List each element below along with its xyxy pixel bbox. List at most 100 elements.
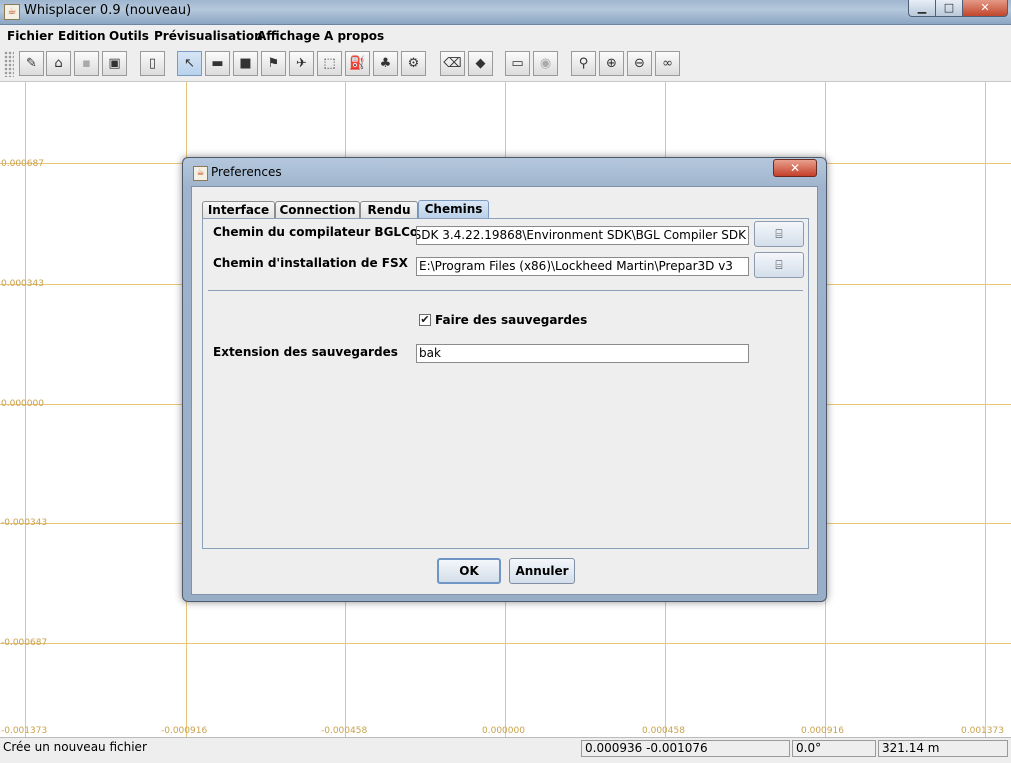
building-tool-button[interactable]: ■ xyxy=(233,51,258,76)
binoculars-icon: ∞ xyxy=(662,56,673,71)
phone-icon: ▯ xyxy=(148,56,157,71)
computer-tool-button[interactable]: ▭ xyxy=(505,51,530,76)
backup-checkbox[interactable]: ✔ xyxy=(419,314,431,326)
pointer-tool-button[interactable]: ↖ xyxy=(177,51,202,76)
save-tool-button: ▪ xyxy=(74,51,99,76)
zoom-in-tool-button[interactable]: ⊕ xyxy=(599,51,624,76)
runway-tool-button[interactable]: ▬ xyxy=(205,51,230,76)
close-window-button[interactable]: ✕ xyxy=(962,0,1008,17)
fuel-tool-button[interactable]: ⛽ xyxy=(345,51,370,76)
tree-icon: ♣ xyxy=(379,56,392,71)
x-axis-label: -0.000916 xyxy=(161,726,208,736)
x-axis-label: 0.000000 xyxy=(482,726,525,736)
polygon-tool-button[interactable]: ◆ xyxy=(468,51,493,76)
status-coords: 0.000936 -0.001076 xyxy=(581,740,790,757)
windsock-tool-button[interactable]: ✈ xyxy=(289,51,314,76)
open-folder-tool-button[interactable]: ⌂ xyxy=(46,51,71,76)
tab-chemins[interactable]: Chemins xyxy=(418,200,489,219)
area-icon: ⬚ xyxy=(323,56,336,71)
menu-outils[interactable]: Outils xyxy=(109,29,149,43)
y-axis-label: 0.000343 xyxy=(1,279,44,289)
fuel-icon: ⛽ xyxy=(349,56,366,71)
y-axis-label: 0.000000 xyxy=(1,399,44,409)
x-axis-label: 0.000916 xyxy=(801,726,844,736)
x-axis-label: -0.001373 xyxy=(1,726,48,736)
preferences-dialog: ☕ Preferences ✕ Interface Connection Ren… xyxy=(182,157,827,602)
eraser-tool-button[interactable]: ⌫ xyxy=(440,51,465,76)
toolbar: ✎ ⌂ ▪ ▣ ▯ ↖ ▬ ■ ⚑ ✈ ⬚ ⛽ ♣ ⚙ ⌫ ◆ ▭ ◉ ⚲ ⊕ ⊖ ∞ xyxy=(0,47,1011,82)
zoom-out-icon: ⊖ xyxy=(634,56,645,71)
globe-icon: ◉ xyxy=(539,56,552,71)
tree-tool-button[interactable]: ♣ xyxy=(373,51,398,76)
status-distance: 321.14 m xyxy=(878,740,1008,757)
flag-icon: ⚑ xyxy=(267,56,280,71)
windsock-icon: ✈ xyxy=(296,56,307,71)
polygon-icon: ◆ xyxy=(475,56,486,71)
status-message: Crée un nouveau fichier xyxy=(0,740,580,757)
x-axis-label: 0.001373 xyxy=(961,726,1004,736)
ok-button[interactable]: OK xyxy=(437,558,501,584)
eraser-icon: ⌫ xyxy=(443,56,462,71)
fsx-path-field[interactable]: E:\Program Files (x86)\Lockheed Martin\P… xyxy=(416,257,749,276)
menu-affichage[interactable]: Affichage xyxy=(257,29,320,43)
vehicle-icon: ⚙ xyxy=(407,56,420,71)
menu-previsualisation[interactable]: Prévisualisation xyxy=(154,29,263,43)
phone-tool-button[interactable]: ▯ xyxy=(140,51,165,76)
grid-line xyxy=(985,82,986,737)
tab-rendu[interactable]: Rendu xyxy=(360,201,418,219)
folder-icon: ⌸ xyxy=(775,258,783,272)
computer-icon: ▭ xyxy=(511,56,524,71)
x-axis-label: -0.000458 xyxy=(321,726,368,736)
tab-interface[interactable]: Interface xyxy=(202,201,275,219)
save-icon: ▪ xyxy=(82,56,91,71)
backup-checkbox-label[interactable]: Faire des sauvegardes xyxy=(435,313,587,327)
menu-bar: Fichier Edition Outils Prévisualisation … xyxy=(0,25,1011,47)
java-app-icon: ☕ xyxy=(193,166,208,181)
window-titlebar: ☕ Whisplacer 0.9 (nouveau) ▁ □ ✕ xyxy=(0,0,1011,25)
y-axis-label: -0.000343 xyxy=(1,518,48,528)
dialog-body: Interface Connection Rendu Chemins Chemi… xyxy=(191,186,818,595)
extension-field[interactable]: bak xyxy=(416,344,749,363)
extension-label: Extension des sauvegardes xyxy=(213,345,398,359)
save-as-icon: ▣ xyxy=(108,56,121,71)
compiler-path-label: Chemin du compilateur BGLComp: xyxy=(213,225,445,239)
x-axis-label: 0.000458 xyxy=(642,726,685,736)
status-angle: 0.0° xyxy=(792,740,876,757)
runway-icon: ▬ xyxy=(211,56,224,71)
toolbar-grip[interactable] xyxy=(4,51,14,77)
dialog-close-button[interactable]: ✕ xyxy=(773,159,817,177)
browse-fsx-button[interactable]: ⌸ xyxy=(754,252,804,278)
menu-a-propos[interactable]: A propos xyxy=(324,29,384,43)
binoculars-tool-button[interactable]: ∞ xyxy=(655,51,680,76)
y-axis-label: -0.000687 xyxy=(1,638,48,648)
browse-compiler-button[interactable]: ⌸ xyxy=(754,221,804,247)
window-title: Whisplacer 0.9 (nouveau) xyxy=(24,3,192,18)
compiler-path-field[interactable]: r v3 SDK 3.4.22.19868\Environment SDK\BG… xyxy=(416,226,749,245)
grid-line xyxy=(0,643,1011,644)
flag-tool-button[interactable]: ⚑ xyxy=(261,51,286,76)
dialog-title: Preferences xyxy=(211,165,282,179)
cancel-button[interactable]: Annuler xyxy=(509,558,575,584)
maximize-button[interactable]: □ xyxy=(935,0,963,17)
tab-panel-chemins: Chemin du compilateur BGLComp: r v3 SDK … xyxy=(202,218,809,549)
menu-fichier[interactable]: Fichier xyxy=(7,29,53,43)
zoom-icon: ⚲ xyxy=(578,56,589,71)
vehicle-tool-button[interactable]: ⚙ xyxy=(401,51,426,76)
area-tool-button[interactable]: ⬚ xyxy=(317,51,342,76)
zoom-out-tool-button[interactable]: ⊖ xyxy=(627,51,652,76)
status-bar: Crée un nouveau fichier 0.000936 -0.0010… xyxy=(0,737,1011,763)
save-as-tool-button[interactable]: ▣ xyxy=(102,51,127,76)
open-folder-icon: ⌂ xyxy=(54,56,63,71)
minimize-button[interactable]: ▁ xyxy=(908,0,936,17)
building-icon: ■ xyxy=(239,56,252,71)
zoom-tool-button[interactable]: ⚲ xyxy=(571,51,596,76)
menu-edition[interactable]: Edition xyxy=(58,29,106,43)
tab-connection[interactable]: Connection xyxy=(275,201,360,219)
globe-tool-button: ◉ xyxy=(533,51,558,76)
pointer-icon: ↖ xyxy=(184,56,195,71)
separator xyxy=(208,290,803,291)
fsx-path-label: Chemin d'installation de FSX xyxy=(213,256,408,270)
compiler-path-value: r v3 SDK 3.4.22.19868\Environment SDK\BG… xyxy=(416,228,746,242)
new-file-tool-button[interactable]: ✎ xyxy=(19,51,44,76)
java-app-icon: ☕ xyxy=(4,4,20,20)
